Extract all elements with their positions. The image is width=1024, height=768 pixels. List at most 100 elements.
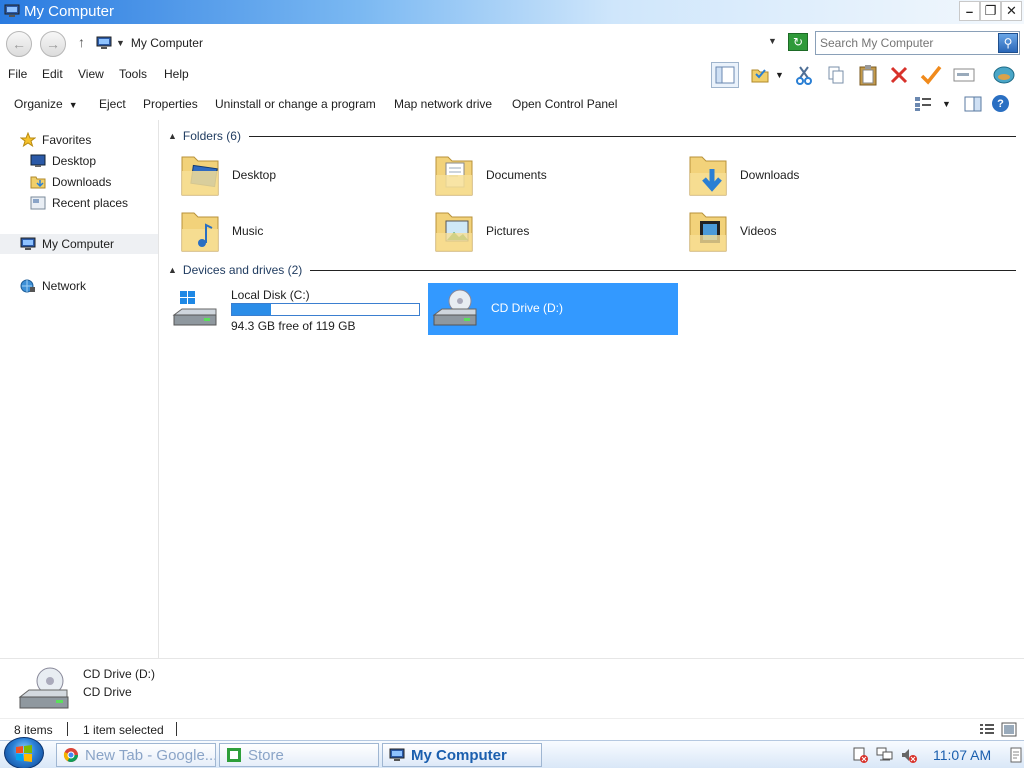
computer-icon (96, 36, 112, 49)
drive-local-disk-c[interactable]: Local Disk (C:) 94.3 GB free of 119 GB (168, 283, 420, 335)
back-arrow-icon: ← (12, 36, 26, 52)
details-name: CD Drive (D:) (83, 667, 155, 681)
address-dropdown-icon[interactable]: ▼ (768, 36, 777, 46)
folder-pictures[interactable]: Pictures (416, 206, 666, 256)
map-drive-button[interactable]: Map network drive (394, 97, 492, 111)
menu-file[interactable]: File (8, 67, 27, 81)
devices-group-header[interactable]: ▲ Devices and drives (2) (168, 262, 1016, 278)
folder-name: Music (232, 224, 264, 238)
downloads-folder-icon (30, 175, 46, 189)
nav-downloads-label: Downloads (52, 175, 112, 189)
status-bar: 8 items 1 item selected (0, 718, 1024, 740)
up-arrow-icon[interactable]: ↑ (78, 34, 85, 50)
taskbar-item-chrome[interactable]: New Tab - Google... (56, 743, 216, 767)
folder-desktop[interactable]: Desktop (162, 150, 412, 200)
computer-icon (4, 4, 20, 17)
paste-icon[interactable] (854, 62, 882, 88)
menu-tools[interactable]: Tools (119, 67, 147, 81)
windows-logo-icon (16, 745, 32, 762)
view-options-icon[interactable] (914, 96, 932, 112)
tray-network-icon[interactable] (876, 746, 894, 764)
layout-icon[interactable] (711, 62, 739, 88)
control-panel-button[interactable]: Open Control Panel (512, 97, 617, 111)
globe-icon[interactable] (990, 62, 1018, 88)
nav-recent-label: Recent places (52, 196, 129, 210)
search-box[interactable]: ⚲ (815, 31, 1020, 55)
details-view-icon[interactable] (979, 723, 995, 736)
menu-help[interactable]: Help (164, 67, 189, 81)
nav-my-computer[interactable]: My Computer (0, 234, 158, 254)
drive-cd-d[interactable]: CD Drive (D:) (428, 283, 678, 335)
cut-icon[interactable] (790, 62, 818, 88)
search-icon[interactable]: ⚲ (998, 33, 1018, 53)
menu-edit[interactable]: Edit (42, 67, 63, 81)
eject-button[interactable]: Eject (99, 97, 126, 111)
status-selected-count: 1 item selected (83, 723, 164, 737)
folder-name: Desktop (232, 168, 277, 182)
cd-drive-icon (432, 289, 477, 326)
nav-desktop[interactable]: Desktop (30, 151, 96, 171)
checkmark-icon[interactable] (917, 62, 945, 88)
folder-documents[interactable]: Documents (416, 150, 666, 200)
folder-music[interactable]: Music (162, 206, 412, 256)
uninstall-button[interactable]: Uninstall or change a program (215, 97, 376, 111)
view-chevron-icon[interactable]: ▼ (942, 99, 951, 109)
notification-icon[interactable] (1010, 746, 1022, 764)
large-icons-view-icon[interactable] (1001, 722, 1017, 737)
check-folder-icon[interactable] (746, 62, 774, 88)
tray-flag-icon[interactable] (852, 746, 870, 764)
close-button[interactable]: ✕ (1001, 1, 1022, 21)
computer-icon (20, 237, 36, 251)
folder-videos[interactable]: Videos (670, 206, 920, 256)
status-separator (176, 722, 177, 736)
restore-button[interactable]: ❐ (980, 1, 1001, 21)
folder-name: Documents (486, 168, 547, 182)
refresh-button[interactable]: ↻ (788, 33, 808, 51)
taskbar-item-store[interactable]: Store (219, 743, 379, 767)
organize-button[interactable]: Organize ▼ (14, 97, 78, 111)
window-title: My Computer (24, 3, 115, 20)
drive-free-space: 94.3 GB free of 119 GB (231, 319, 356, 333)
preview-pane-icon[interactable] (964, 96, 982, 112)
drive-name: CD Drive (D:) (491, 301, 563, 315)
nav-desktop-label: Desktop (52, 154, 97, 168)
folders-group-header[interactable]: ▲ Folders (6) (168, 128, 1016, 144)
copy-icon[interactable] (822, 62, 850, 88)
nav-downloads[interactable]: Downloads (30, 172, 111, 192)
music-folder-icon (181, 212, 219, 252)
title-bar: My Computer – ❐ ✕ (0, 0, 1024, 24)
store-icon (227, 748, 241, 762)
details-pane: CD Drive (D:) CD Drive (0, 658, 1024, 718)
start-button[interactable] (4, 737, 44, 768)
nav-network[interactable]: Network (20, 276, 86, 296)
refresh-icon: ↻ (792, 35, 804, 49)
properties-button[interactable]: Properties (143, 97, 198, 111)
breadcrumb-location[interactable]: My Computer (131, 36, 203, 50)
back-button[interactable]: ← (6, 31, 32, 57)
folder-downloads[interactable]: Downloads (670, 150, 920, 200)
nav-computer-label: My Computer (42, 237, 115, 251)
collapse-triangle-icon[interactable]: ▲ (168, 265, 177, 275)
devices-group-label: Devices and drives (2) (182, 263, 303, 277)
group-divider (248, 135, 1016, 137)
help-icon[interactable]: ? (992, 95, 1009, 112)
chrome-icon (63, 748, 78, 762)
folders-group-label: Folders (6) (182, 129, 241, 143)
folder-name: Downloads (740, 168, 800, 182)
minimize-button[interactable]: – (959, 1, 980, 21)
rename-icon[interactable] (950, 62, 978, 88)
tray-volume-icon[interactable] (900, 746, 918, 764)
nav-favorites[interactable]: Favorites (20, 130, 91, 150)
breadcrumb-chevron-icon[interactable]: ▼ (116, 38, 125, 48)
collapse-triangle-icon[interactable]: ▲ (168, 131, 177, 141)
taskbar-item-my-computer[interactable]: My Computer (382, 743, 542, 767)
search-input[interactable] (820, 35, 995, 51)
delete-icon[interactable] (885, 62, 913, 88)
breadcrumb[interactable]: ▼ My Computer (96, 32, 782, 54)
nav-recent-places[interactable]: Recent places (30, 193, 128, 213)
menu-view[interactable]: View (78, 67, 104, 81)
view-dropdown-icon[interactable]: ▼ (775, 70, 784, 80)
clock[interactable]: 11:07 AM (933, 747, 991, 763)
taskbar-item-label: New Tab - Google... (85, 746, 216, 764)
forward-button[interactable]: → (40, 31, 66, 57)
